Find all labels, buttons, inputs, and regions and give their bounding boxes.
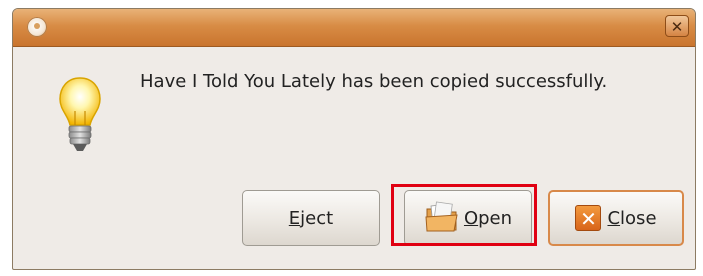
app-icon bbox=[27, 17, 47, 37]
close-button[interactable]: ✕ Close bbox=[548, 190, 684, 246]
dialog-message: Have I Told You Lately has been copied s… bbox=[140, 71, 608, 92]
eject-label: Eject bbox=[288, 207, 334, 229]
title-bar[interactable]: ✕ bbox=[13, 9, 695, 47]
window-close-button[interactable]: ✕ bbox=[665, 15, 689, 37]
close-x-icon: ✕ bbox=[575, 205, 602, 231]
close-label: Close bbox=[607, 207, 657, 229]
dialog-window: ✕ Have I Told You Lately has been copied… bbox=[12, 8, 696, 270]
open-button-highlight bbox=[391, 184, 537, 246]
lightbulb-icon bbox=[59, 77, 101, 151]
eject-button[interactable]: Eject bbox=[242, 190, 380, 246]
